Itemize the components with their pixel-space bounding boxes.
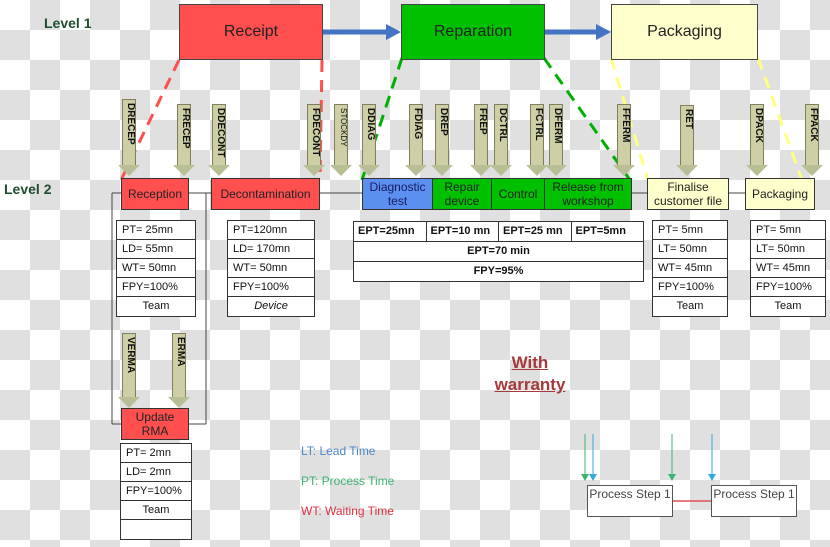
ept-diagnostic: EPT=25mn: [354, 222, 427, 241]
flow-arrow-fpack: FPACK: [801, 104, 823, 176]
metric-fpy: FPY=100%: [228, 278, 314, 297]
flow-arrow-frep: FREP: [470, 104, 492, 176]
decontamination-label: Decontamination: [220, 187, 311, 201]
release-label: Release from workshop: [552, 180, 624, 208]
flow-arrow-stockdy: STOCKDY: [330, 104, 352, 176]
metric-ld: LD= 2mn: [121, 463, 191, 482]
reparation-label: Reparation: [433, 23, 513, 40]
reparation-fpy: FPY=95%: [473, 265, 524, 277]
metric-pt: PT= 5mn: [653, 221, 727, 240]
warranty-line2: warranty: [494, 375, 566, 394]
metric-lt: LT= 50mn: [751, 240, 825, 259]
metric-fpy: FPY=100%: [121, 482, 191, 501]
release-from-workshop-box[interactable]: Release from workshop: [544, 178, 632, 210]
legend-process-step-box: Process Step 1: [587, 485, 673, 517]
level1-flow-arrow: [323, 24, 401, 40]
flow-arrow-dctrl: DCTRL: [490, 104, 512, 176]
flow-arrow-drep: DREP: [431, 104, 453, 176]
flow-arrow-ddiag: DDIAG: [358, 104, 380, 176]
reception-box[interactable]: Reception: [121, 178, 189, 210]
flow-arrow-frecep: FRECEP: [173, 104, 195, 176]
repair-device-box[interactable]: Repair device: [432, 178, 492, 210]
legend-arrow-lt: [708, 434, 716, 481]
decontamination-metrics-table: PT=120mn LD= 170mn WT= 50mn FPY=100% Dev…: [227, 220, 315, 317]
legend-arrow-lt: [589, 434, 597, 481]
metric-resource: Team: [142, 300, 170, 312]
packaging-metrics-table: PT= 5mn LT= 50mn WT= 45mn FPY=100% Team: [750, 220, 826, 317]
metric-lt: LT= 50mn: [653, 240, 727, 259]
level1-reparation-box[interactable]: Reparation: [401, 4, 545, 60]
level1-packaging-box[interactable]: Packaging: [611, 4, 758, 60]
packaging-step-box[interactable]: Packaging: [745, 178, 815, 210]
metric-fpy: FPY=100%: [653, 278, 727, 297]
metric-pt: PT= 5mn: [751, 221, 825, 240]
repair-label: Repair device: [444, 180, 480, 208]
reception-label: Reception: [127, 187, 183, 201]
ept-release: EPT=5mn: [575, 225, 626, 237]
level-1-label: Level 1: [44, 15, 92, 31]
metric-fpy: FPY=100%: [117, 278, 195, 297]
diagnostic-label: Diagnostic test: [369, 180, 426, 208]
metric-pt: PT= 2mn: [121, 444, 191, 463]
metric-ld: LD= 55mn: [117, 240, 195, 259]
legend-process-time: PT: Process Time: [301, 474, 395, 488]
metric-wt: WT= 45mn: [751, 259, 825, 278]
reparation-metrics-table: EPT=25mn EPT=10 mn EPT=25 mn EPT=5mn EPT…: [353, 221, 644, 282]
metric-pt: PT= 25mn: [117, 221, 195, 240]
ept-total: EPT=70 min: [354, 242, 643, 262]
flow-arrow-dpack: DPACK: [746, 104, 768, 176]
packaging-step-label: Packaging: [751, 187, 809, 201]
flow-arrow-erma: ERMA: [168, 333, 190, 408]
level1-flow-arrow: [545, 24, 611, 40]
flow-arrow-fferm: FFERM: [613, 104, 635, 176]
level1-receipt-box[interactable]: Receipt: [179, 4, 323, 60]
legend-waiting-time: WT: Waiting Time: [301, 504, 394, 518]
legend-process-step-box: Process Step 1: [711, 485, 797, 517]
update-rma-box[interactable]: Update RMA: [121, 408, 189, 440]
metric-resource: Team: [676, 300, 704, 312]
receipt-label: Receipt: [223, 23, 279, 40]
flow-arrow-verma: VERMA: [118, 333, 140, 408]
finalise-label: Finalise customer file: [653, 180, 723, 208]
warranty-line1: With: [511, 353, 549, 372]
metric-resource: Team: [774, 300, 802, 312]
flow-arrow-ddecont: DDECONT: [208, 104, 230, 176]
ept-control: EPT=25 mn: [499, 222, 572, 241]
legend-lead-time: LT: Lead Time: [301, 444, 376, 458]
warranty-label: With warranty: [470, 352, 590, 396]
packaging-label: Packaging: [647, 23, 722, 40]
metric-resource: Team: [121, 501, 191, 520]
update-rma-metrics-table: PT= 2mn LD= 2mn FPY=100% Team: [120, 443, 192, 540]
metric-wt: WT= 45mn: [653, 259, 727, 278]
legend-arrow-pt: [581, 434, 589, 481]
metric-wt: WT= 50mn: [228, 259, 314, 278]
legend-arrow-pt: [668, 434, 676, 481]
decontamination-box[interactable]: Decontamination: [211, 178, 320, 210]
finalise-metrics-table: PT= 5mn LT= 50mn WT= 45mn FPY=100% Team: [652, 220, 728, 317]
diagnostic-test-box[interactable]: Diagnostic test: [362, 178, 433, 210]
metric-wt: WT= 50mn: [117, 259, 195, 278]
ept-repair: EPT=10 mn: [427, 222, 499, 241]
flow-arrow-ret: RET: [676, 105, 698, 176]
control-label: Control: [498, 187, 538, 201]
control-box[interactable]: Control: [491, 178, 545, 210]
flow-arrow-dferm: DFERM: [545, 104, 567, 176]
flow-arrow-fdecont: FDECONT: [303, 104, 325, 176]
metric-empty: [121, 520, 191, 539]
reception-metrics-table: PT= 25mn LD= 55mn WT= 50mn FPY=100% Team: [116, 220, 196, 317]
level-2-label: Level 2: [4, 181, 52, 197]
metric-resource: Device: [254, 300, 288, 312]
update-rma-label: Update RMA: [135, 410, 175, 438]
flow-arrow-drecep: DRECEP: [118, 99, 140, 176]
flow-arrow-fdiag: FDIAG: [405, 104, 427, 176]
metric-pt: PT=120mn: [228, 221, 314, 240]
metric-fpy: FPY=100%: [751, 278, 825, 297]
finalise-customer-file-box[interactable]: Finalise customer file: [647, 178, 729, 210]
metric-ld: LD= 170mn: [228, 240, 314, 259]
